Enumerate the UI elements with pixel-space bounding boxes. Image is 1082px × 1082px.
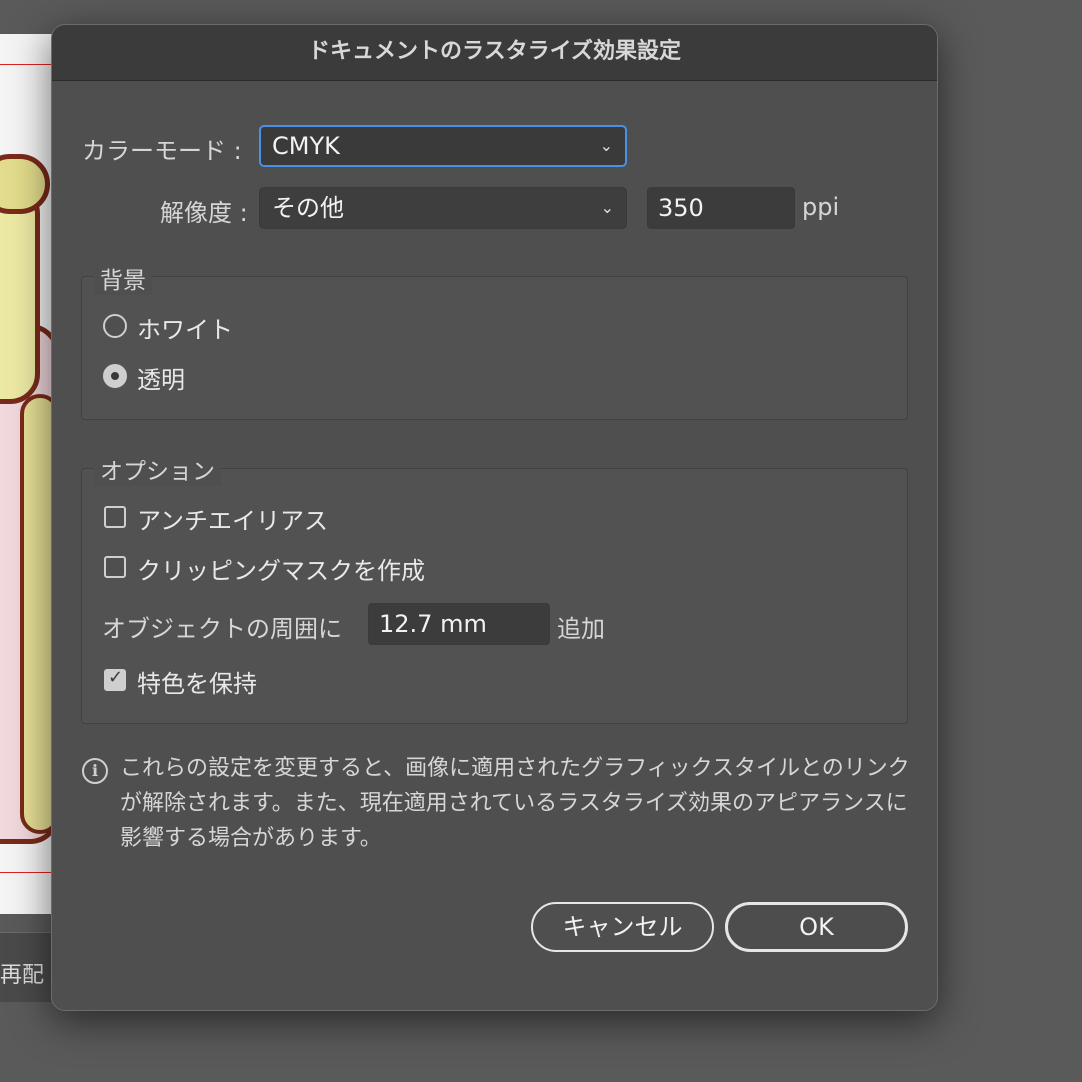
chevron-down-icon: ⌄ xyxy=(600,198,614,217)
clipping-mask-checkbox[interactable] xyxy=(104,556,126,578)
dialog-title: ドキュメントのラスタライズ効果設定 xyxy=(52,25,937,81)
background-group xyxy=(81,276,908,420)
options-group-title: オプション xyxy=(94,452,221,486)
resolution-select[interactable]: その他 ⌄ xyxy=(259,187,627,229)
info-message: これらの設定を変更すると、画像に適用されたグラフィックスタイルとのリンクが解除さ… xyxy=(120,756,910,851)
anti-alias-checkbox[interactable] xyxy=(104,506,126,528)
resolution-label: 解像度 : xyxy=(160,199,248,227)
color-mode-value: CMYK xyxy=(272,132,340,160)
radio-transparent[interactable] xyxy=(103,364,127,388)
artwork-shape xyxy=(0,184,40,404)
color-mode-label: カラーモード : xyxy=(82,137,242,165)
info-icon: i xyxy=(82,758,108,784)
radio-white-label[interactable]: ホワイト xyxy=(137,310,233,345)
radio-transparent-label[interactable]: 透明 xyxy=(137,360,185,395)
background-group-title: 背景 xyxy=(94,261,152,295)
ok-button[interactable]: OK xyxy=(725,902,908,952)
padding-suffix-label: 追加 xyxy=(557,615,605,643)
padding-input[interactable]: 12.7 mm xyxy=(368,603,550,645)
preserve-spot-checkbox[interactable] xyxy=(104,667,126,691)
background-panel-text[interactable]: 再配 xyxy=(0,957,44,989)
ppi-unit-label: ppi xyxy=(802,193,840,221)
ppi-input[interactable]: 350 xyxy=(647,187,795,229)
rasterize-effect-settings-dialog: ドキュメントのラスタライズ効果設定 カラーモード : CMYK ⌄ 解像度 : … xyxy=(51,24,938,1011)
clipping-mask-label[interactable]: クリッピングマスクを作成 xyxy=(137,551,425,586)
artwork-shape xyxy=(0,154,50,214)
preserve-spot-label[interactable]: 特色を保持 xyxy=(137,664,257,699)
color-mode-select[interactable]: CMYK ⌄ xyxy=(259,125,627,167)
cancel-button[interactable]: キャンセル xyxy=(531,902,714,952)
anti-alias-label[interactable]: アンチエイリアス xyxy=(137,501,328,536)
radio-white[interactable] xyxy=(103,314,127,338)
padding-label: オブジェクトの周囲に xyxy=(102,615,342,643)
chevron-down-icon: ⌄ xyxy=(599,136,613,155)
resolution-value: その他 xyxy=(272,194,344,222)
